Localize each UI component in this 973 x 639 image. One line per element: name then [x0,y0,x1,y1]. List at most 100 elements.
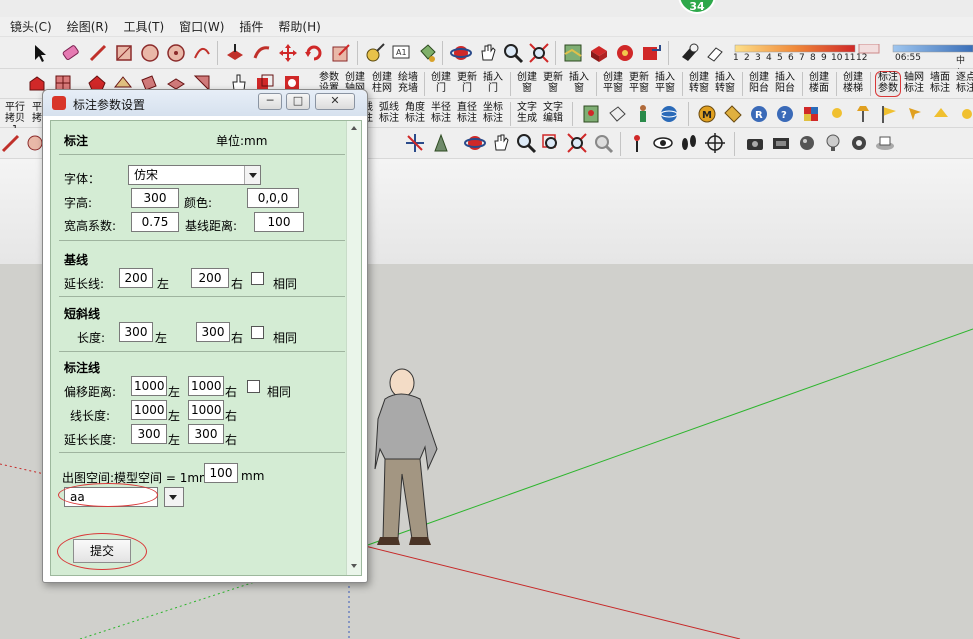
tool-create-balcony[interactable]: 创建 阳台 [746,72,772,94]
tool-create-stairs[interactable]: 创建 楼梯 [840,72,866,94]
line-left-input[interactable]: 1000 [131,400,167,420]
maximize-button[interactable]: □ [286,93,310,110]
scroll-down-arrow-icon[interactable] [351,564,357,568]
flag-icon[interactable] [878,103,900,125]
tool-update-door[interactable]: 更新门 [454,72,480,94]
line-right-input[interactable]: 1000 [188,400,224,420]
tool-insert-door[interactable]: 插入门 [480,72,506,94]
move-icon[interactable] [277,42,299,64]
orbit-small-icon[interactable] [464,132,486,154]
push-pull-icon[interactable] [224,42,246,64]
tool-dimension-params-active[interactable]: 标注 参数 [875,71,901,97]
camera-icon[interactable] [744,132,766,154]
pencil-line-icon[interactable] [0,132,22,154]
tick-left-input[interactable]: 300 [119,322,153,342]
bulb-icon[interactable] [822,132,844,154]
extension-warehouse-icon[interactable] [640,42,662,64]
baseline-right-input[interactable]: 200 [191,268,229,288]
vertical-scrollbar[interactable] [346,121,361,575]
tool-wall-dimension[interactable]: 墙面 标注 [927,72,953,94]
render-r-icon[interactable]: R [748,103,770,125]
extension-left-input[interactable]: 300 [131,424,167,444]
zoom-window-icon[interactable] [540,132,562,154]
baseline-distance-input[interactable]: 100 [254,212,304,232]
rectangle-icon[interactable] [113,42,135,64]
tool-create-flat-window[interactable]: 创建 平窗 [600,72,626,94]
fog-icon[interactable] [704,42,726,64]
tool-angle-dimension[interactable]: 角度 标注 [402,102,428,124]
tool-update-window[interactable]: 更新窗 [540,72,566,94]
figure-icon[interactable] [632,103,654,125]
minimize-button[interactable]: ─ [258,93,282,110]
film-icon[interactable] [770,132,792,154]
scale-icon[interactable] [330,42,352,64]
tool-arc-dimension[interactable]: 弧线 标注 [376,102,402,124]
position-camera-icon[interactable] [626,132,648,154]
crosshair-icon[interactable] [704,132,726,154]
globe-icon[interactable] [658,103,680,125]
tool-create-corner-window[interactable]: 创建 转窗 [686,72,712,94]
font-select[interactable]: 仿宋 [128,165,261,185]
tool-insert-flat-window[interactable]: 插入 平窗 [652,72,678,94]
tick-right-input[interactable]: 300 [196,322,230,342]
paint-bucket-icon[interactable] [416,42,438,64]
tool-diameter-dimension[interactable]: 直径 标注 [454,102,480,124]
menu-camera[interactable]: 镜头(C) [10,18,52,35]
map-pin-icon[interactable] [580,103,602,125]
offset-left-input[interactable]: 1000 [131,376,167,396]
zoom-extents-small-icon[interactable] [566,132,588,154]
tool-create-door[interactable]: 创建门 [428,72,454,94]
scale-input[interactable]: 100 [204,463,238,483]
pan-hand-icon[interactable] [477,42,499,64]
chevron-down-icon[interactable] [165,488,183,506]
follow-me-icon[interactable] [251,42,273,64]
pencil-icon[interactable] [87,42,109,64]
spot-light-icon[interactable] [930,103,952,125]
tool-text-generate[interactable]: 文字 生成 [514,102,540,124]
material-m-icon[interactable]: M [696,103,718,125]
print-icon[interactable] [874,132,896,154]
tool-update-flat-window[interactable]: 更新 平窗 [626,72,652,94]
chevron-down-icon[interactable] [244,166,260,184]
menu-draw[interactable]: 绘图(R) [67,18,109,35]
get-models-icon[interactable] [588,42,610,64]
tool-coordinate-dimension[interactable]: 坐标 标注 [480,102,506,124]
sphere-icon[interactable] [796,132,818,154]
eraser-tag-icon[interactable] [606,103,628,125]
tick-same-checkbox[interactable] [251,326,264,339]
tool-point-dimension[interactable]: 逐点 标注 [953,72,973,94]
menu-tools[interactable]: 工具(T) [123,18,164,35]
lamp-icon[interactable] [852,103,874,125]
previous-view-icon[interactable] [592,132,614,154]
close-button[interactable]: ✕ [315,93,355,110]
dialog-title-bar[interactable]: 标注参数设置 ─ □ ✕ [43,90,367,116]
color-input[interactable]: 0,0,0 [247,188,299,208]
tool-create-column-grid[interactable]: 创建 柱网 [369,72,395,94]
arc-icon[interactable] [191,42,213,64]
style-combo-dropdown[interactable] [164,487,184,507]
menu-plugins[interactable]: 插件 [239,18,263,35]
circle-icon[interactable] [139,42,161,64]
tool-radius-dimension[interactable]: 半径 标注 [428,102,454,124]
axes-icon[interactable] [404,132,426,154]
sun-icon[interactable] [956,103,973,125]
shadows-icon[interactable] [678,42,700,64]
tool-insert-corner-window[interactable]: 插入 转窗 [712,72,738,94]
tool-create-floor[interactable]: 创建 楼面 [806,72,832,94]
offset-same-checkbox[interactable] [247,380,260,393]
tape-measure-icon[interactable] [364,42,386,64]
section-plane-icon[interactable] [430,132,452,154]
tool-text-edit[interactable]: 文字 编辑 [540,102,566,124]
select-arrow-icon[interactable] [28,42,50,64]
tag-icon[interactable] [722,103,744,125]
tool-draw-wall[interactable]: 绘墙 充墙 [395,72,421,94]
settings-gear-icon[interactable] [848,132,870,154]
dimension-icon[interactable]: A1 [390,42,412,64]
zoom-icon[interactable] [502,42,524,64]
map-location-icon[interactable] [562,42,584,64]
tool-create-window[interactable]: 创建窗 [514,72,540,94]
width-ratio-input[interactable]: 0.75 [131,212,179,232]
font-height-input[interactable]: 300 [131,188,179,208]
tool-insert-balcony[interactable]: 插入 阳台 [772,72,798,94]
tool-axis-dimension[interactable]: 轴网 标注 [901,72,927,94]
